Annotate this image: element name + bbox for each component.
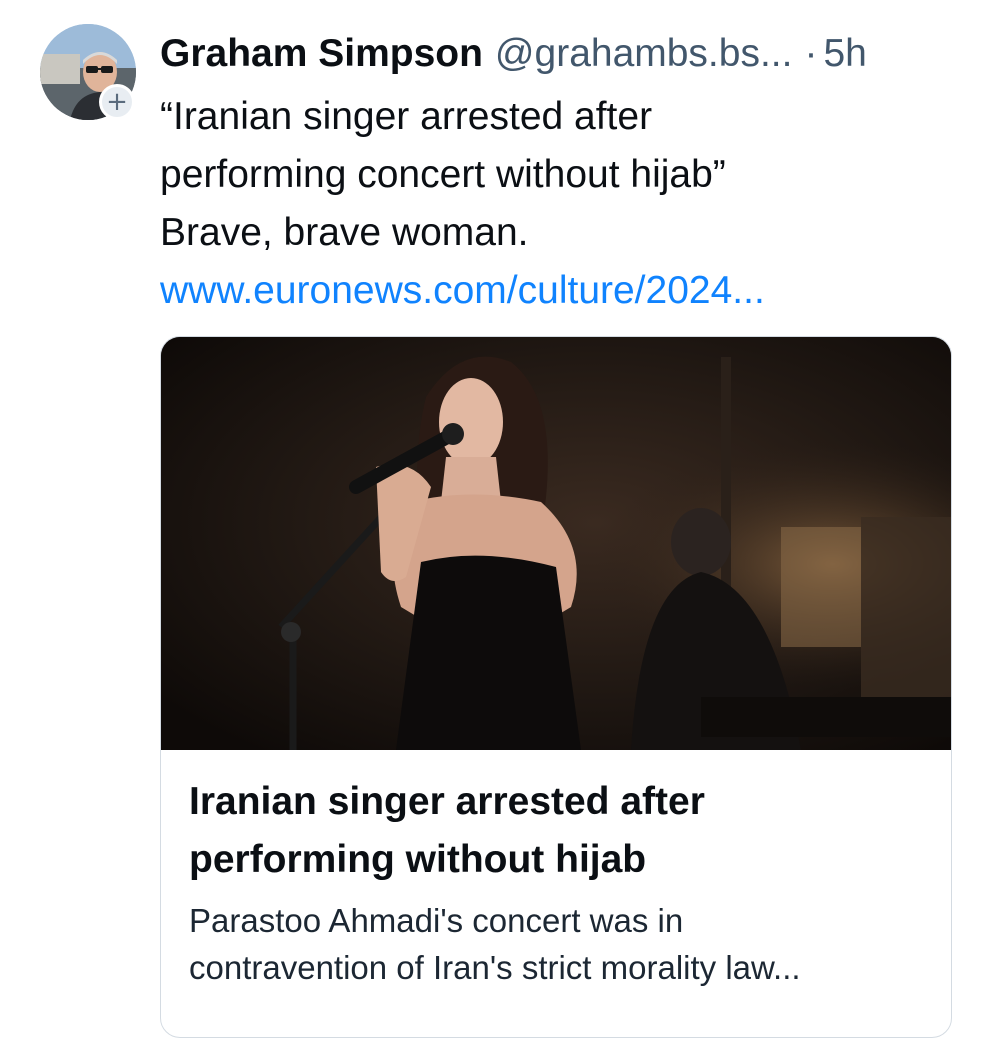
link-preview-image [161, 337, 951, 750]
card-title-line: performing without hijab [189, 838, 647, 881]
post-text-line: performing concert without hijab” [160, 153, 726, 196]
post-link[interactable]: www.euronews.com/culture/2024... [160, 262, 765, 320]
author-display-name[interactable]: Graham Simpson [160, 32, 483, 75]
follow-plus-icon[interactable]: + [99, 84, 135, 120]
post-text-line: “Iranian singer arrested after [160, 95, 653, 138]
post-text: “Iranian singer arrested after performin… [160, 88, 960, 262]
post-text-line: Brave, brave woman. [160, 211, 529, 254]
card-title: Iranian singer arrested after performing… [189, 773, 929, 889]
post-header: Graham Simpson @grahambs.bs... · 5h [160, 30, 867, 78]
card-description-line: Parastoo Ahmadi's concert was in [189, 902, 684, 939]
post-timestamp[interactable]: 5h [823, 32, 866, 75]
author-handle[interactable]: @grahambs.bs... [495, 32, 793, 75]
header-separator: · [804, 32, 818, 75]
post: + Graham Simpson @grahambs.bs... · 5h “Iran… [0, 0, 985, 1038]
card-title-line: Iranian singer arrested after [189, 780, 705, 823]
singer-photo-icon [161, 337, 951, 750]
link-preview-card[interactable]: Iranian singer arrested after performing… [160, 336, 952, 1038]
card-description-line: contravention of Iran's strict morality … [189, 949, 801, 986]
card-description: Parastoo Ahmadi's concert was in contrav… [189, 897, 949, 991]
